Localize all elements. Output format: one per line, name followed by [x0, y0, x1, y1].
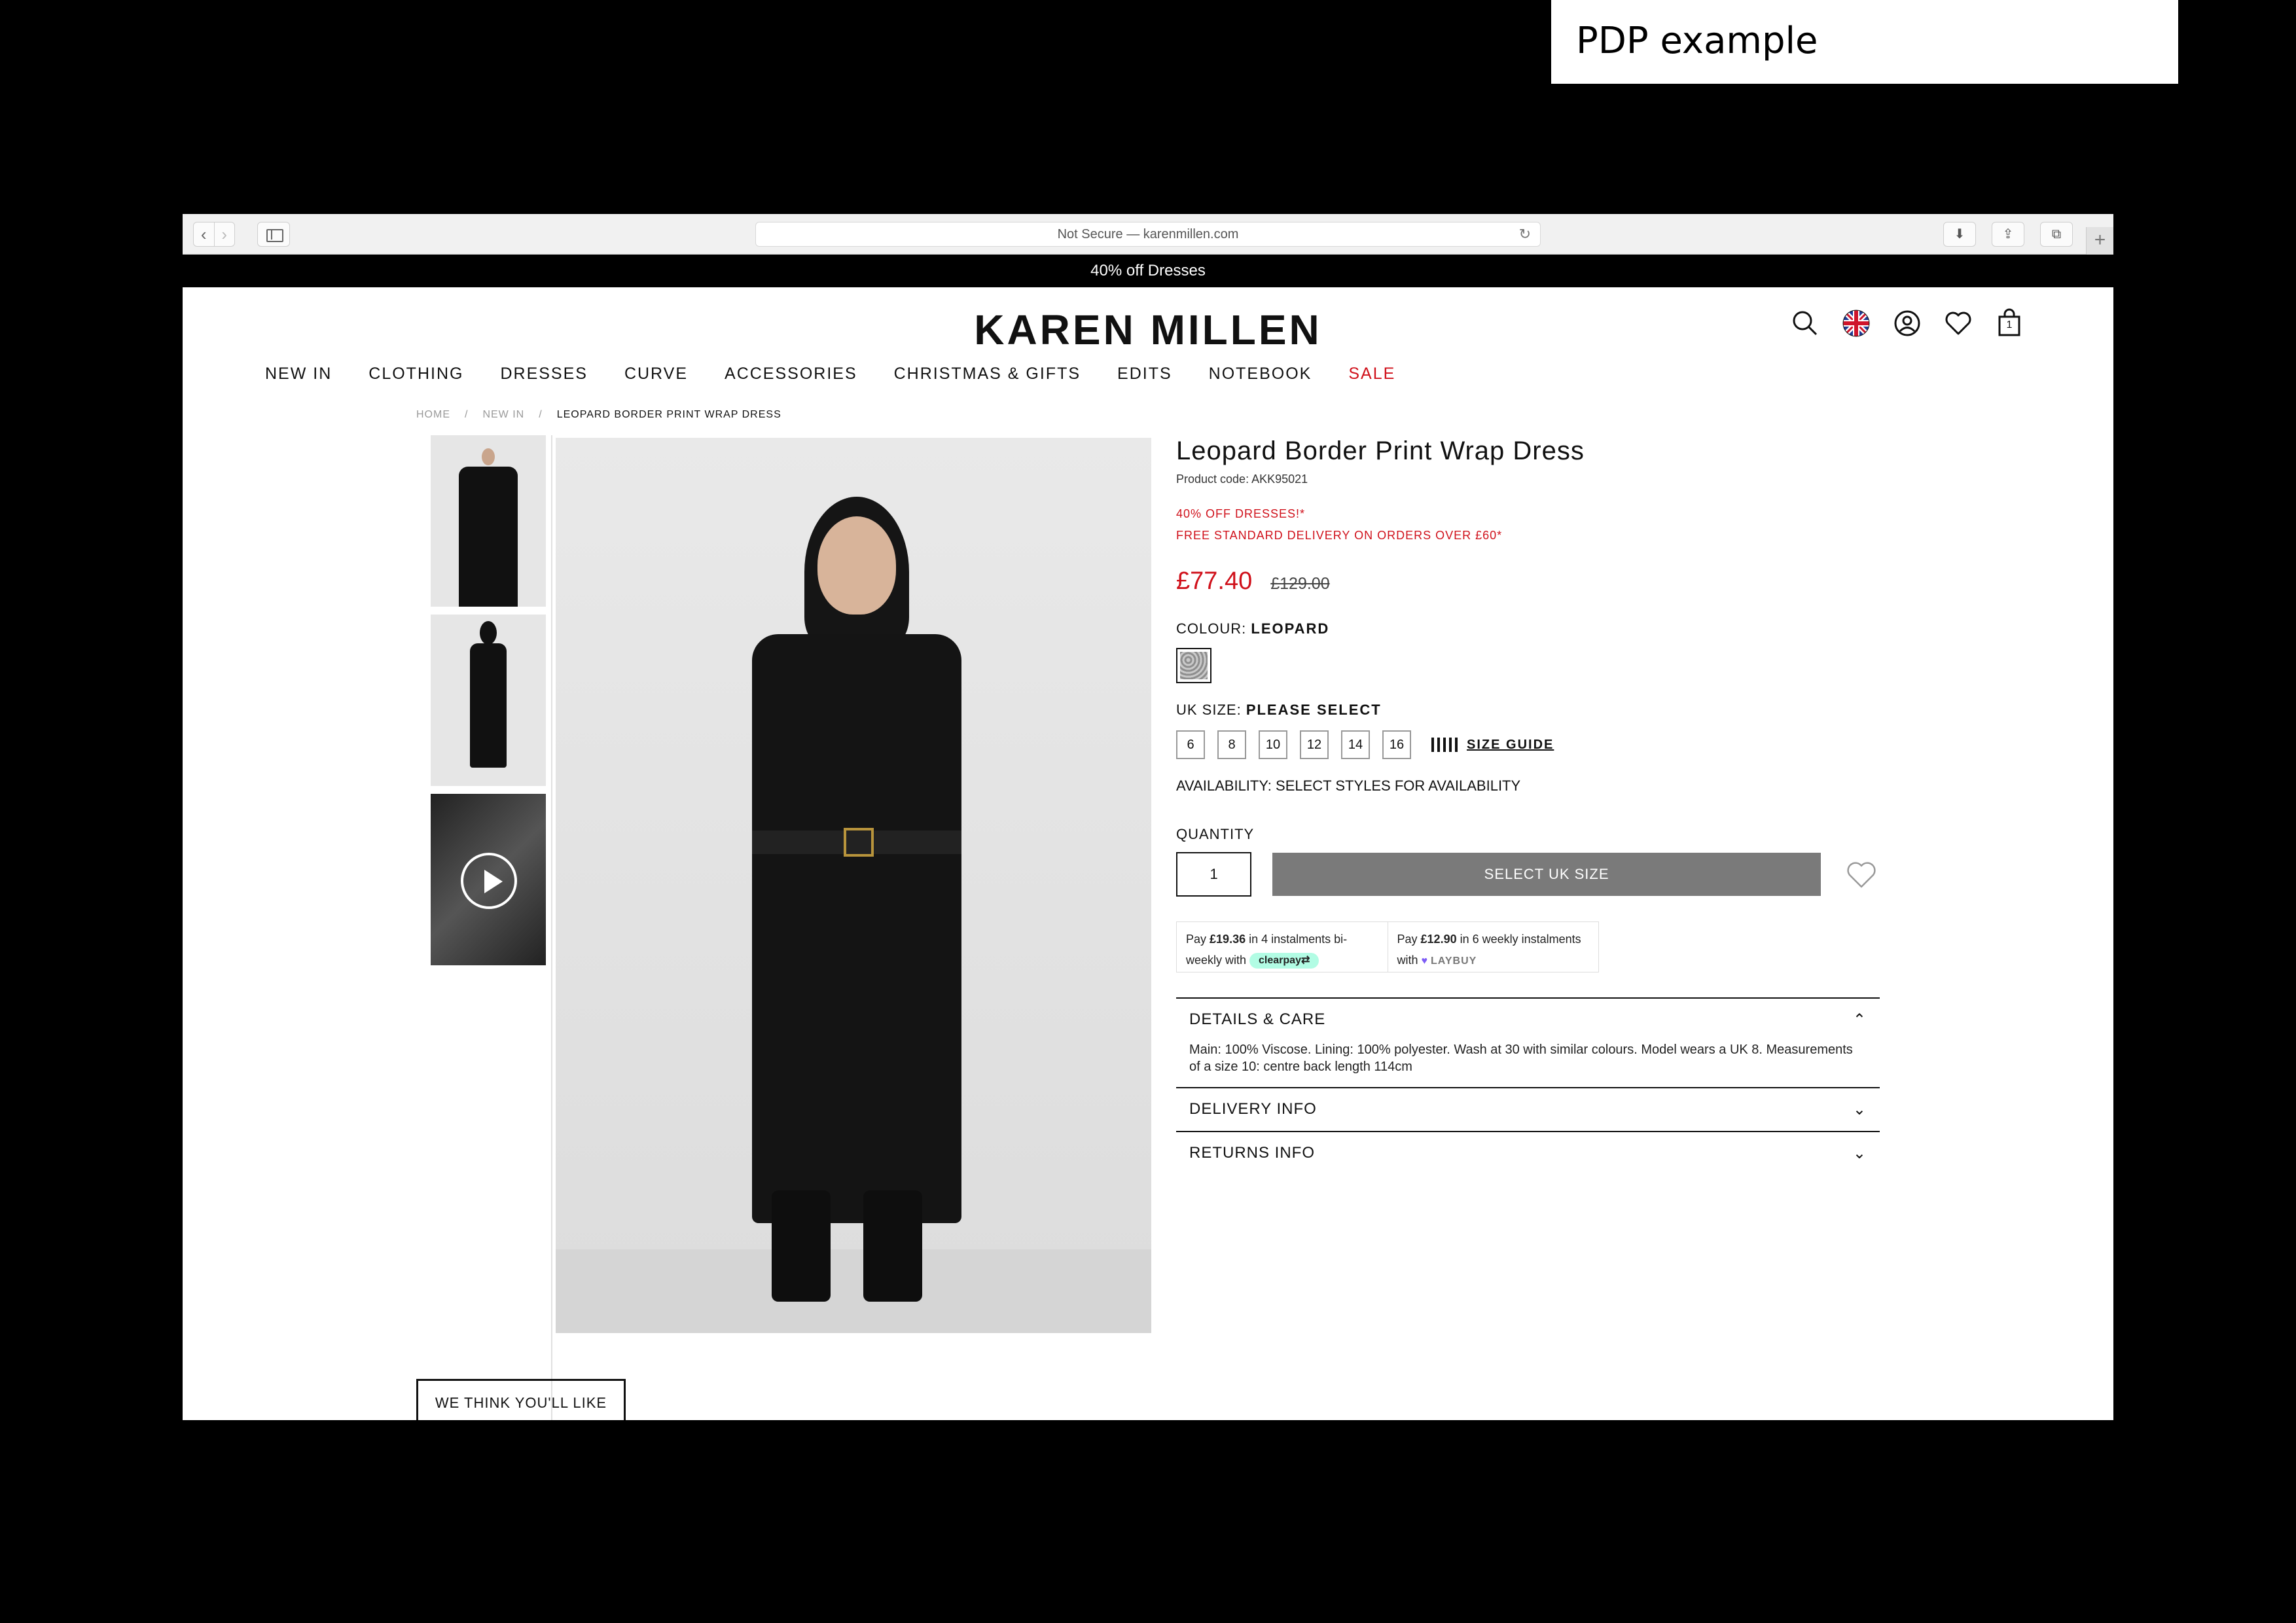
product-code: Product code: AKK95021	[1176, 473, 1308, 486]
colour-swatch-leopard[interactable]	[1176, 648, 1211, 683]
was-price: £129.00	[1270, 575, 1330, 593]
search-icon[interactable]	[1789, 307, 1821, 340]
size-guide-link[interactable]: SIZE GUIDE	[1431, 738, 1554, 753]
add-to-wishlist-icon[interactable]	[1843, 858, 1880, 891]
account-icon[interactable]	[1891, 307, 1924, 340]
clearpay-amount: £19.36	[1210, 933, 1246, 946]
size-option-14[interactable]: 14	[1341, 730, 1370, 759]
quantity-label: QUANTITY	[1176, 826, 1255, 842]
new-tab-button[interactable]: +	[2086, 227, 2113, 255]
clearpay-option[interactable]: Pay £19.36 in 4 instalments bi-weekly wi…	[1177, 922, 1388, 972]
chevron-down-icon: ⌄	[1852, 1145, 1867, 1162]
colour-label: COLOUR: LEOPARD	[1176, 620, 1330, 637]
slide-label: PDP example	[1576, 20, 1818, 62]
accordion-details-care[interactable]: DETAILS & CARE ⌃ Main: 100% Viscose. Lin…	[1176, 997, 1880, 1087]
main-navigation: NEW IN CLOTHING DRESSES CURVE ACCESSORIE…	[265, 365, 1432, 383]
breadcrumb-new-in[interactable]: NEW IN	[482, 409, 524, 421]
laybuy-option[interactable]: Pay £12.90 in 6 weekly instalments with …	[1387, 922, 1599, 972]
nav-item-notebook[interactable]: NOTEBOOK	[1209, 365, 1312, 383]
breadcrumb: HOME / NEW IN / LEOPARD BORDER PRINT WRA…	[416, 409, 781, 421]
size-option-12[interactable]: 12	[1300, 730, 1329, 759]
laybuy-amount: £12.90	[1420, 933, 1457, 946]
uk-flag-icon[interactable]	[1840, 307, 1873, 340]
reload-icon[interactable]: ↻	[1519, 223, 1531, 246]
colour-value: LEOPARD	[1251, 620, 1330, 637]
accordion-delivery-info[interactable]: DELIVERY INFO ⌄	[1176, 1087, 1880, 1131]
download-button[interactable]: ⬇	[1943, 222, 1976, 247]
size-guide-label: SIZE GUIDE	[1467, 737, 1554, 752]
size-option-10[interactable]: 10	[1259, 730, 1287, 759]
quantity-input[interactable]: 1	[1176, 852, 1252, 897]
accordion-details-title: DETAILS & CARE	[1189, 1010, 1326, 1028]
header-icons: 1	[1789, 307, 2026, 340]
wishlist-icon[interactable]	[1942, 307, 1975, 340]
thumbnail-back[interactable]	[431, 615, 546, 786]
sidebar-toggle-button[interactable]	[257, 222, 290, 247]
size-option-6[interactable]: 6	[1176, 730, 1205, 759]
nav-item-accessories[interactable]: ACCESSORIES	[725, 365, 857, 383]
address-bar[interactable]: Not Secure — karenmillen.com ↻	[755, 222, 1541, 247]
size-option-8[interactable]: 8	[1217, 730, 1246, 759]
nav-item-edits[interactable]: EDITS	[1117, 365, 1172, 383]
payment-options: Pay £19.36 in 4 instalments bi-weekly wi…	[1176, 921, 1599, 972]
size-value: PLEASE SELECT	[1246, 702, 1382, 718]
select-size-button[interactable]: SELECT UK SIZE	[1272, 853, 1821, 896]
nav-item-sale[interactable]: SALE	[1348, 365, 1395, 383]
slide-label-box: PDP example	[1551, 0, 2178, 84]
ruler-icon	[1431, 738, 1460, 752]
breadcrumb-current: LEOPARD BORDER PRINT WRAP DRESS	[556, 409, 781, 420]
price-row: £77.40 £129.00	[1176, 567, 1880, 596]
url-text: Not Secure — karenmillen.com	[1057, 227, 1239, 241]
bag-icon[interactable]: 1	[1993, 307, 2026, 340]
recommendations-tab[interactable]: WE THINK YOU'LL LIKE	[416, 1379, 626, 1420]
size-label: UK SIZE: PLEASE SELECT	[1176, 702, 1382, 718]
promo-banner[interactable]: 40% off Dresses	[183, 255, 2113, 287]
accordion-returns-info[interactable]: RETURNS INFO ⌄	[1176, 1131, 1880, 1175]
browser-toolbar: ‹ › Not Secure — karenmillen.com ↻ ⬇ ⇪ ⧉…	[183, 214, 2113, 255]
play-icon[interactable]	[461, 853, 517, 909]
add-to-bag-row: 1 SELECT UK SIZE	[1176, 852, 1880, 897]
forward-button[interactable]: ›	[213, 223, 235, 246]
accordion-delivery-title: DELIVERY INFO	[1189, 1100, 1317, 1118]
accordion-returns-title: RETURNS INFO	[1189, 1144, 1315, 1162]
nav-item-clothing[interactable]: CLOTHING	[368, 365, 463, 383]
back-button[interactable]: ‹	[194, 223, 214, 246]
availability-text: AVAILABILITY: SELECT STYLES FOR AVAILABI…	[1176, 777, 1521, 794]
size-options: 6 8 10 12 14 16 SIZE GUIDE	[1176, 730, 1880, 759]
nav-item-dresses[interactable]: DRESSES	[500, 365, 587, 383]
size-option-16[interactable]: 16	[1382, 730, 1411, 759]
thumbnail-video[interactable]	[431, 794, 546, 965]
gallery-divider	[551, 435, 552, 1420]
clearpay-logo: clearpay⇄	[1249, 953, 1319, 969]
nav-item-new-in[interactable]: NEW IN	[265, 365, 332, 383]
product-thumbnails	[431, 435, 546, 973]
breadcrumb-separator: /	[539, 409, 543, 420]
nav-item-christmas-gifts[interactable]: CHRISTMAS & GIFTS	[894, 365, 1081, 383]
offer-delivery[interactable]: FREE STANDARD DELIVERY ON ORDERS OVER £6…	[1176, 529, 1880, 543]
breadcrumb-home[interactable]: HOME	[416, 409, 450, 421]
offer-dresses[interactable]: 40% OFF DRESSES!*	[1176, 507, 1880, 521]
details-text: Main: 100% Viscose. Lining: 100% polyest…	[1189, 1043, 1853, 1074]
product-info-panel: Leopard Border Print Wrap Dress Product …	[1176, 437, 1880, 1175]
product-title: Leopard Border Print Wrap Dress	[1176, 437, 1585, 465]
tabs-overview-button[interactable]: ⧉	[2040, 222, 2073, 247]
history-buttons: ‹ ›	[193, 222, 235, 247]
browser-window: ‹ › Not Secure — karenmillen.com ↻ ⬇ ⇪ ⧉…	[183, 214, 2113, 1420]
thumbnail-front[interactable]	[431, 435, 546, 607]
main-product-image[interactable]	[556, 438, 1151, 1333]
chevron-up-icon: ⌃	[1852, 1011, 1867, 1029]
bag-count: 1	[2006, 319, 2013, 330]
nav-item-curve[interactable]: CURVE	[624, 365, 688, 383]
sale-price: £77.40	[1176, 567, 1253, 595]
chevron-down-icon: ⌄	[1852, 1101, 1867, 1118]
laybuy-heart-icon: ♥	[1421, 955, 1429, 967]
laybuy-logo: ♥ LAYBUY	[1421, 955, 1477, 967]
share-button[interactable]: ⇪	[1992, 222, 2024, 247]
breadcrumb-separator: /	[465, 409, 469, 420]
